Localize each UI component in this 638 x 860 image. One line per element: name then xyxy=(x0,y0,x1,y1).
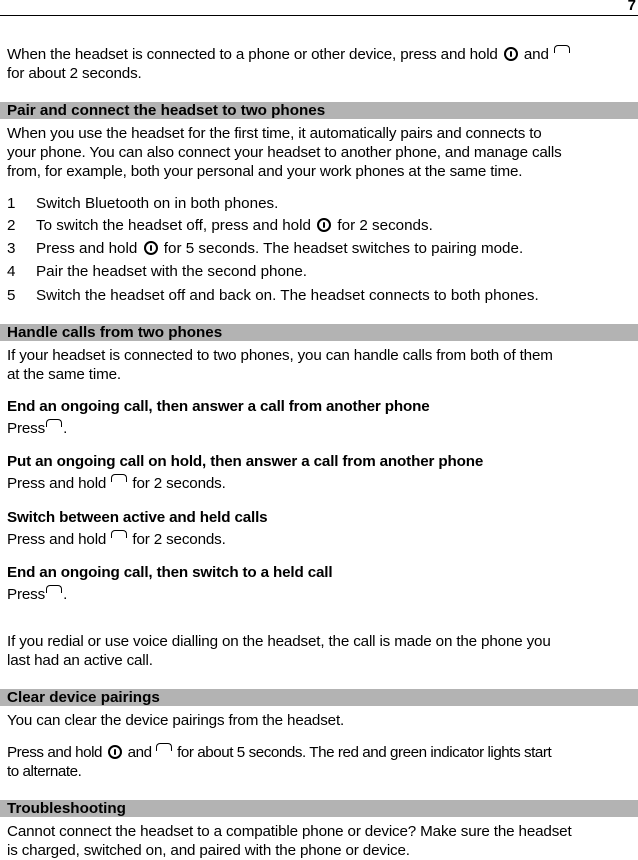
step-text-part: for 5 seconds. The headset switches to p… xyxy=(163,240,524,257)
clear-instruction: Press and hold and for about 5 seconds. … xyxy=(7,743,635,781)
step-text: Press and hold for 5 seconds. The headse… xyxy=(36,239,523,258)
section-title: Troubleshooting xyxy=(7,800,126,817)
step-number: 1 xyxy=(7,195,16,212)
instruction-text: Press and hold xyxy=(7,744,103,761)
pair-paragraph: When you use the headset for the first t… xyxy=(7,124,635,181)
intro-paragraph: When the headset is connected to a phone… xyxy=(7,45,635,83)
subsection-text: Press and hold xyxy=(7,531,107,548)
call-key-icon xyxy=(46,419,63,427)
subsection-text: . xyxy=(63,420,68,437)
power-key-icon xyxy=(503,47,518,61)
step-number: 3 xyxy=(7,240,16,257)
subsection-text: Press xyxy=(7,586,46,603)
section-title: Handle calls from two phones xyxy=(7,324,223,341)
subsection-text: Press xyxy=(7,420,46,437)
section-title: Pair and connect the headset to two phon… xyxy=(7,102,326,119)
call-key-icon xyxy=(111,530,128,538)
instruction-text: to alternate. xyxy=(7,763,82,780)
paragraph-line: from, for example, both your personal an… xyxy=(7,163,523,180)
call-key-icon xyxy=(111,474,128,482)
step-text: Switch the headset off and back on. The … xyxy=(36,287,539,304)
step-text-part: Press and hold xyxy=(36,240,138,257)
note-paragraph: If you redial or use voice dialling on t… xyxy=(7,632,635,670)
power-key-icon xyxy=(317,218,332,232)
instruction-text: for about 5 seconds. The red and green i… xyxy=(177,744,552,761)
subsection-text: for 2 seconds. xyxy=(132,531,226,548)
section-heading-pair: Pair and connect the headset to two phon… xyxy=(0,102,638,119)
call-key-icon xyxy=(553,45,570,53)
power-key-icon xyxy=(107,745,122,759)
page-header: 7 xyxy=(0,0,638,16)
section-heading-handle: Handle calls from two phones xyxy=(0,324,638,341)
paragraph-line: is charged, switched on, and paired with… xyxy=(7,842,410,859)
section-heading-clear: Clear device pairings xyxy=(0,689,638,706)
section-heading-troubleshooting: Troubleshooting xyxy=(0,800,638,817)
call-key-icon xyxy=(46,585,63,593)
instruction-text: and xyxy=(127,744,152,761)
section-title: Clear device pairings xyxy=(7,689,160,706)
paragraph-line: If you redial or use voice dialling on t… xyxy=(7,633,551,650)
subsection-heading: End an ongoing call, then answer a call … xyxy=(7,398,430,415)
step-number: 2 xyxy=(7,217,16,234)
page-number: 7 xyxy=(627,0,636,14)
subsection-text: Press and hold xyxy=(7,475,107,492)
power-key-icon xyxy=(143,241,158,255)
subsection-heading: End an ongoing call, then switch to a he… xyxy=(7,564,333,581)
subsection: Put an ongoing call on hold, then answer… xyxy=(7,452,635,493)
subsection-text: for 2 seconds. xyxy=(132,475,226,492)
step-text: Switch Bluetooth on in both phones. xyxy=(36,195,279,212)
step-text: To switch the headset off, press and hol… xyxy=(36,216,433,235)
paragraph-line: If your headset is connected to two phon… xyxy=(7,347,553,364)
subsection: End an ongoing call, then answer a call … xyxy=(7,397,635,438)
subsection-text: . xyxy=(63,586,68,603)
paragraph-line: at the same time. xyxy=(7,366,121,383)
intro-text: and xyxy=(523,46,549,63)
paragraph-line: your phone. You can also connect your he… xyxy=(7,144,562,161)
subsection: End an ongoing call, then switch to a he… xyxy=(7,563,635,604)
subsection: Switch between active and held calls Pre… xyxy=(7,508,635,549)
handle-paragraph: If your headset is connected to two phon… xyxy=(7,346,635,384)
paragraph-line: When you use the headset for the first t… xyxy=(7,125,542,142)
step-number: 4 xyxy=(7,263,16,280)
intro-text: When the headset is connected to a phone… xyxy=(7,46,498,63)
subsection-heading: Put an ongoing call on hold, then answer… xyxy=(7,453,484,470)
clear-paragraph: You can clear the device pairings from t… xyxy=(7,711,635,730)
step-number: 5 xyxy=(7,287,16,304)
step-text: Pair the headset with the second phone. xyxy=(36,263,308,280)
paragraph-line: last had an active call. xyxy=(7,652,153,669)
call-key-icon xyxy=(156,743,173,751)
paragraph-line: You can clear the device pairings from t… xyxy=(7,712,345,729)
intro-text: for about 2 seconds. xyxy=(7,65,142,82)
paragraph-line: Cannot connect the headset to a compatib… xyxy=(7,823,572,840)
subsection-heading: Switch between active and held calls xyxy=(7,509,268,526)
step-text-part: To switch the headset off, press and hol… xyxy=(36,217,311,234)
troubleshooting-paragraph: Cannot connect the headset to a compatib… xyxy=(7,822,635,860)
step-text-part: for 2 seconds. xyxy=(337,217,433,234)
